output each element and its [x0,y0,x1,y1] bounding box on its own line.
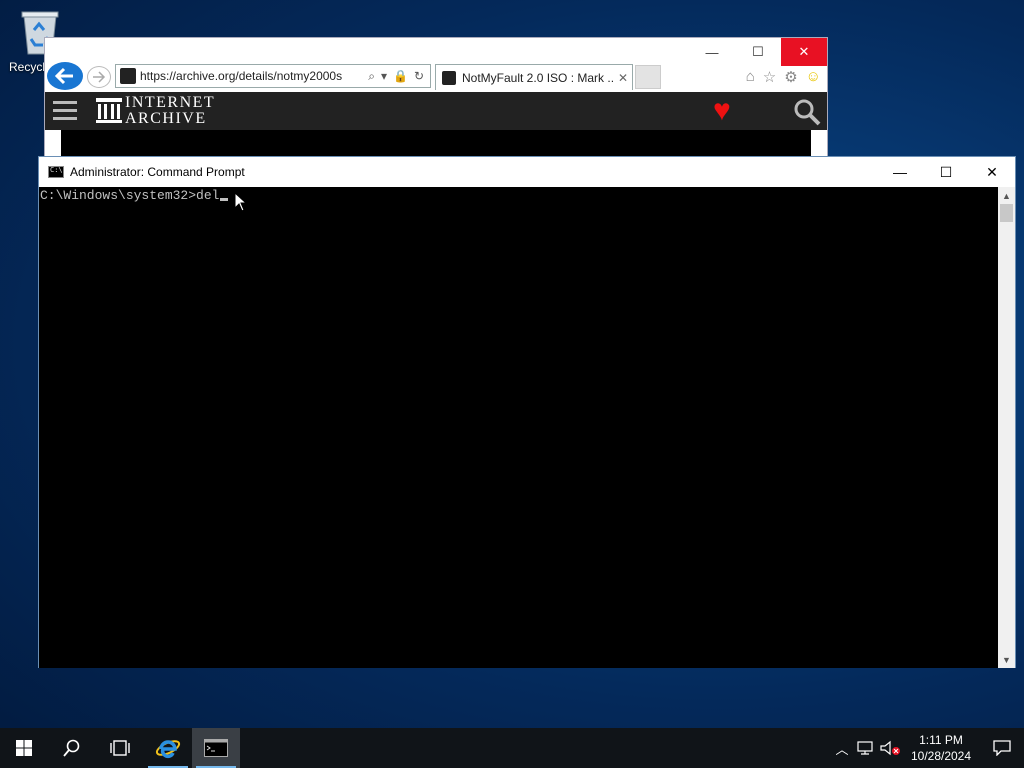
refresh-icon[interactable]: ↻ [414,69,424,84]
lock-icon[interactable]: 🔒 [393,69,408,84]
system-tray: ︿ 1:11 PM 10/28/2024 [830,728,1024,768]
cmd-title: Administrator: Command Prompt [70,165,245,179]
clock[interactable]: 1:11 PM 10/28/2024 [910,732,972,764]
browser-toolbar-icons: ⌂ ☆ ⚙ ☺ [746,68,821,86]
cmd-console[interactable]: C:\Windows\system32>del [39,187,999,668]
scroll-down-icon[interactable]: ▼ [998,651,1015,668]
tab-title: NotMyFault 2.0 ISO : Mark ... [462,70,614,85]
cmd-close-button[interactable]: ✕ [969,157,1015,187]
tab-close-icon[interactable]: ✕ [614,71,632,85]
cmd-window-buttons: — ☐ ✕ [877,157,1015,187]
archive-header: INTERNET ARCHIVE ♥ [45,92,827,130]
wordmark-line2: ARCHIVE [125,110,207,127]
browser-nav-row: https://archive.org/details/notmy2000s ⌕… [45,62,827,92]
browser-tab[interactable]: NotMyFault 2.0 ISO : Mark ... ✕ [435,64,633,90]
cmd-scrollbar[interactable]: ▲ ▼ [998,187,1015,668]
show-hidden-icons-icon[interactable]: ︿ [830,739,854,758]
start-button[interactable] [0,728,48,768]
scroll-thumb[interactable] [1000,204,1013,222]
task-view-icon [110,740,130,756]
search-icon[interactable]: ⌕ [368,69,375,84]
windows-logo-icon [16,740,32,756]
tab-favicon [442,70,456,85]
command-prompt-taskbar-button[interactable] [192,728,240,768]
feedback-smiley-icon[interactable]: ☺ [806,68,821,86]
internet-explorer-taskbar-button[interactable] [144,728,192,768]
clock-time: 1:11 PM [919,733,963,747]
site-search-icon[interactable] [793,98,821,126]
mouse-pointer-icon [234,192,248,212]
cmd-app-icon [48,166,64,178]
donate-heart-icon[interactable]: ♥ [713,96,731,126]
scroll-up-icon[interactable]: ▲ [998,187,1015,204]
search-icon [63,739,80,757]
text-caret [220,198,229,201]
cmd-maximize-button[interactable]: ☐ [923,157,969,187]
forward-button[interactable] [87,66,111,88]
archive-wordmark[interactable]: INTERNET ARCHIVE [125,95,215,127]
cmd-minimize-button[interactable]: — [877,157,923,187]
task-view-button[interactable] [96,728,144,768]
clock-date: 10/28/2024 [910,749,972,763]
hamburger-menu-icon[interactable] [53,101,77,121]
network-icon[interactable] [854,740,878,756]
internet-explorer-icon [155,740,181,759]
back-arrow-icon [55,67,73,85]
cmd-titlebar[interactable]: Administrator: Command Prompt — ☐ ✕ [39,157,1015,187]
dropdown-icon[interactable]: ▾ [381,69,387,84]
address-tools: ⌕ ▾ 🔒 ↻ [362,69,430,84]
search-button[interactable] [48,728,96,768]
home-icon[interactable]: ⌂ [746,68,755,86]
site-favicon [120,68,136,84]
favorites-star-icon[interactable]: ☆ [763,68,776,86]
command-prompt-icon [204,739,228,757]
back-button[interactable] [47,62,83,90]
cmd-prompt-text: C:\Windows\system32>del [40,188,220,203]
address-url: https://archive.org/details/notmy2000s [140,69,343,83]
command-prompt-window[interactable]: Administrator: Command Prompt — ☐ ✕ C:\W… [38,156,1016,668]
volume-muted-icon[interactable] [878,740,904,756]
forward-arrow-icon [93,71,106,83]
new-tab-button[interactable] [635,65,661,89]
archive-logo-icon[interactable] [95,96,123,124]
settings-gear-icon[interactable]: ⚙ [784,68,797,86]
address-bar[interactable]: https://archive.org/details/notmy2000s ⌕… [115,64,431,88]
browser-window[interactable]: — ☐ ✕ https://archive.org/details/notmy2… [44,37,828,167]
notifications-icon [993,740,1011,756]
action-center-button[interactable] [980,728,1024,768]
taskbar: ︿ 1:11 PM 10/28/2024 [0,728,1024,768]
wordmark-line1: INTERNET [125,94,216,111]
cmd-prompt-line: C:\Windows\system32>del [40,188,999,204]
